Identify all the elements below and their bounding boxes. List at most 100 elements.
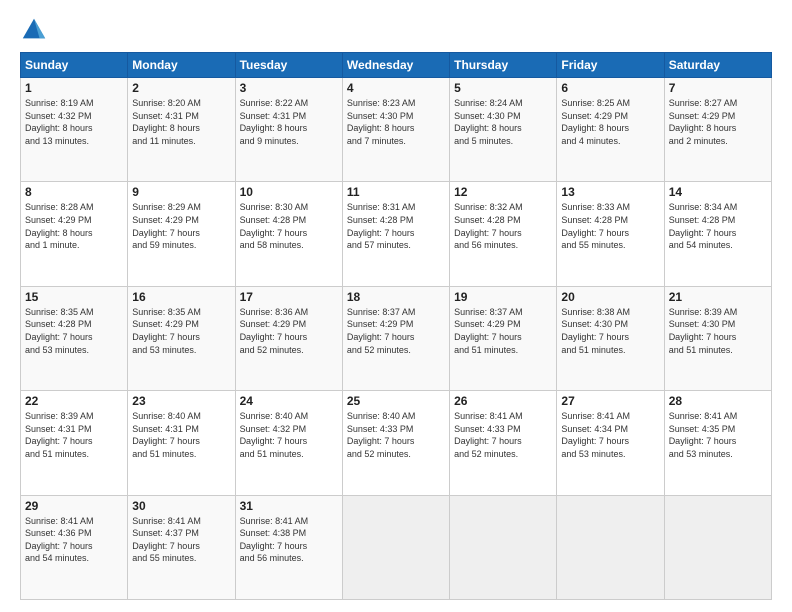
day-number: 1: [25, 81, 123, 95]
day-number: 19: [454, 290, 552, 304]
day-number: 25: [347, 394, 445, 408]
day-number: 10: [240, 185, 338, 199]
day-number: 11: [347, 185, 445, 199]
calendar-day-cell: 9 Sunrise: 8:29 AM Sunset: 4:29 PM Daylig…: [128, 182, 235, 286]
day-number: 31: [240, 499, 338, 513]
day-number: 22: [25, 394, 123, 408]
calendar-day-cell: 3 Sunrise: 8:22 AM Sunset: 4:31 PM Daylig…: [235, 78, 342, 182]
day-info: Sunrise: 8:20 AM Sunset: 4:31 PM Dayligh…: [132, 97, 230, 147]
day-info: Sunrise: 8:41 AM Sunset: 4:38 PM Dayligh…: [240, 515, 338, 565]
day-number: 20: [561, 290, 659, 304]
day-number: 8: [25, 185, 123, 199]
calendar-week-row: 15Sunrise: 8:35 AM Sunset: 4:28 PM Dayli…: [21, 286, 772, 390]
calendar-day-cell: 25 Sunrise: 8:40 AM Sunset: 4:33 PM Dayli…: [342, 391, 449, 495]
calendar-week-row: 29Sunrise: 8:41 AM Sunset: 4:36 PM Dayli…: [21, 495, 772, 599]
day-number: 27: [561, 394, 659, 408]
calendar-day-cell: 14 Sunrise: 8:34 AM Sunset: 4:28 PM Dayli…: [664, 182, 771, 286]
calendar-day-cell: 7 Sunrise: 8:27 AM Sunset: 4:29 PM Daylig…: [664, 78, 771, 182]
calendar-week-row: 1 Sunrise: 8:19 AM Sunset: 4:32 PM Daylig…: [21, 78, 772, 182]
calendar-day-cell: 21 Sunrise: 8:39 AM Sunset: 4:30 PM Dayli…: [664, 286, 771, 390]
day-info: Sunrise: 8:24 AM Sunset: 4:30 PM Dayligh…: [454, 97, 552, 147]
weekday-header-cell: Friday: [557, 53, 664, 78]
calendar-table: SundayMondayTuesdayWednesdayThursdayFrid…: [20, 52, 772, 600]
day-number: 16: [132, 290, 230, 304]
calendar-day-cell: 29Sunrise: 8:41 AM Sunset: 4:36 PM Dayli…: [21, 495, 128, 599]
day-info: Sunrise: 8:41 AM Sunset: 4:34 PM Dayligh…: [561, 410, 659, 460]
day-info: Sunrise: 8:32 AM Sunset: 4:28 PM Dayligh…: [454, 201, 552, 251]
day-info: Sunrise: 8:40 AM Sunset: 4:32 PM Dayligh…: [240, 410, 338, 460]
calendar-day-cell: 15Sunrise: 8:35 AM Sunset: 4:28 PM Dayli…: [21, 286, 128, 390]
day-number: 4: [347, 81, 445, 95]
day-info: Sunrise: 8:35 AM Sunset: 4:28 PM Dayligh…: [25, 306, 123, 356]
calendar-day-cell: 26Sunrise: 8:41 AM Sunset: 4:33 PM Dayli…: [450, 391, 557, 495]
calendar-day-cell: 1 Sunrise: 8:19 AM Sunset: 4:32 PM Daylig…: [21, 78, 128, 182]
day-number: 12: [454, 185, 552, 199]
calendar-day-cell: 24 Sunrise: 8:40 AM Sunset: 4:32 PM Dayli…: [235, 391, 342, 495]
day-number: 2: [132, 81, 230, 95]
day-number: 7: [669, 81, 767, 95]
day-info: Sunrise: 8:41 AM Sunset: 4:36 PM Dayligh…: [25, 515, 123, 565]
day-info: Sunrise: 8:37 AM Sunset: 4:29 PM Dayligh…: [347, 306, 445, 356]
weekday-header-cell: Saturday: [664, 53, 771, 78]
calendar-day-cell: [450, 495, 557, 599]
weekday-header-row: SundayMondayTuesdayWednesdayThursdayFrid…: [21, 53, 772, 78]
day-info: Sunrise: 8:38 AM Sunset: 4:30 PM Dayligh…: [561, 306, 659, 356]
day-number: 3: [240, 81, 338, 95]
weekday-header-cell: Tuesday: [235, 53, 342, 78]
day-info: Sunrise: 8:22 AM Sunset: 4:31 PM Dayligh…: [240, 97, 338, 147]
day-info: Sunrise: 8:28 AM Sunset: 4:29 PM Dayligh…: [25, 201, 123, 251]
calendar-day-cell: 18 Sunrise: 8:37 AM Sunset: 4:29 PM Dayli…: [342, 286, 449, 390]
day-info: Sunrise: 8:27 AM Sunset: 4:29 PM Dayligh…: [669, 97, 767, 147]
calendar-body: 1 Sunrise: 8:19 AM Sunset: 4:32 PM Daylig…: [21, 78, 772, 600]
calendar-day-cell: 10 Sunrise: 8:30 AM Sunset: 4:28 PM Dayli…: [235, 182, 342, 286]
calendar-day-cell: 30 Sunrise: 8:41 AM Sunset: 4:37 PM Dayli…: [128, 495, 235, 599]
day-info: Sunrise: 8:30 AM Sunset: 4:28 PM Dayligh…: [240, 201, 338, 251]
day-info: Sunrise: 8:23 AM Sunset: 4:30 PM Dayligh…: [347, 97, 445, 147]
calendar-day-cell: 17Sunrise: 8:36 AM Sunset: 4:29 PM Dayli…: [235, 286, 342, 390]
logo: [20, 16, 52, 44]
day-info: Sunrise: 8:39 AM Sunset: 4:30 PM Dayligh…: [669, 306, 767, 356]
calendar-day-cell: 11Sunrise: 8:31 AM Sunset: 4:28 PM Dayli…: [342, 182, 449, 286]
day-info: Sunrise: 8:39 AM Sunset: 4:31 PM Dayligh…: [25, 410, 123, 460]
calendar-day-cell: 4 Sunrise: 8:23 AM Sunset: 4:30 PM Daylig…: [342, 78, 449, 182]
day-info: Sunrise: 8:36 AM Sunset: 4:29 PM Dayligh…: [240, 306, 338, 356]
calendar-day-cell: 12 Sunrise: 8:32 AM Sunset: 4:28 PM Dayli…: [450, 182, 557, 286]
day-info: Sunrise: 8:19 AM Sunset: 4:32 PM Dayligh…: [25, 97, 123, 147]
calendar-day-cell: 16 Sunrise: 8:35 AM Sunset: 4:29 PM Dayli…: [128, 286, 235, 390]
day-info: Sunrise: 8:25 AM Sunset: 4:29 PM Dayligh…: [561, 97, 659, 147]
day-number: 5: [454, 81, 552, 95]
weekday-header-cell: Wednesday: [342, 53, 449, 78]
day-info: Sunrise: 8:37 AM Sunset: 4:29 PM Dayligh…: [454, 306, 552, 356]
day-info: Sunrise: 8:35 AM Sunset: 4:29 PM Dayligh…: [132, 306, 230, 356]
weekday-header-cell: Sunday: [21, 53, 128, 78]
calendar-week-row: 8 Sunrise: 8:28 AM Sunset: 4:29 PM Daylig…: [21, 182, 772, 286]
header: [20, 16, 772, 44]
day-info: Sunrise: 8:29 AM Sunset: 4:29 PM Dayligh…: [132, 201, 230, 251]
day-number: 24: [240, 394, 338, 408]
weekday-header-cell: Monday: [128, 53, 235, 78]
day-info: Sunrise: 8:34 AM Sunset: 4:28 PM Dayligh…: [669, 201, 767, 251]
day-info: Sunrise: 8:33 AM Sunset: 4:28 PM Dayligh…: [561, 201, 659, 251]
day-number: 6: [561, 81, 659, 95]
calendar-day-cell: 22 Sunrise: 8:39 AM Sunset: 4:31 PM Dayli…: [21, 391, 128, 495]
day-info: Sunrise: 8:40 AM Sunset: 4:33 PM Dayligh…: [347, 410, 445, 460]
calendar-day-cell: 31 Sunrise: 8:41 AM Sunset: 4:38 PM Dayli…: [235, 495, 342, 599]
day-number: 18: [347, 290, 445, 304]
calendar-day-cell: 6 Sunrise: 8:25 AM Sunset: 4:29 PM Daylig…: [557, 78, 664, 182]
day-number: 21: [669, 290, 767, 304]
day-number: 23: [132, 394, 230, 408]
day-number: 30: [132, 499, 230, 513]
day-number: 9: [132, 185, 230, 199]
calendar-day-cell: 23 Sunrise: 8:40 AM Sunset: 4:31 PM Dayli…: [128, 391, 235, 495]
calendar-day-cell: 27 Sunrise: 8:41 AM Sunset: 4:34 PM Dayli…: [557, 391, 664, 495]
day-number: 14: [669, 185, 767, 199]
calendar-day-cell: 2 Sunrise: 8:20 AM Sunset: 4:31 PM Daylig…: [128, 78, 235, 182]
day-info: Sunrise: 8:40 AM Sunset: 4:31 PM Dayligh…: [132, 410, 230, 460]
day-number: 26: [454, 394, 552, 408]
day-number: 28: [669, 394, 767, 408]
calendar-day-cell: 13Sunrise: 8:33 AM Sunset: 4:28 PM Dayli…: [557, 182, 664, 286]
day-info: Sunrise: 8:41 AM Sunset: 4:37 PM Dayligh…: [132, 515, 230, 565]
calendar-day-cell: [342, 495, 449, 599]
calendar-day-cell: 5 Sunrise: 8:24 AM Sunset: 4:30 PM Daylig…: [450, 78, 557, 182]
calendar-day-cell: [557, 495, 664, 599]
